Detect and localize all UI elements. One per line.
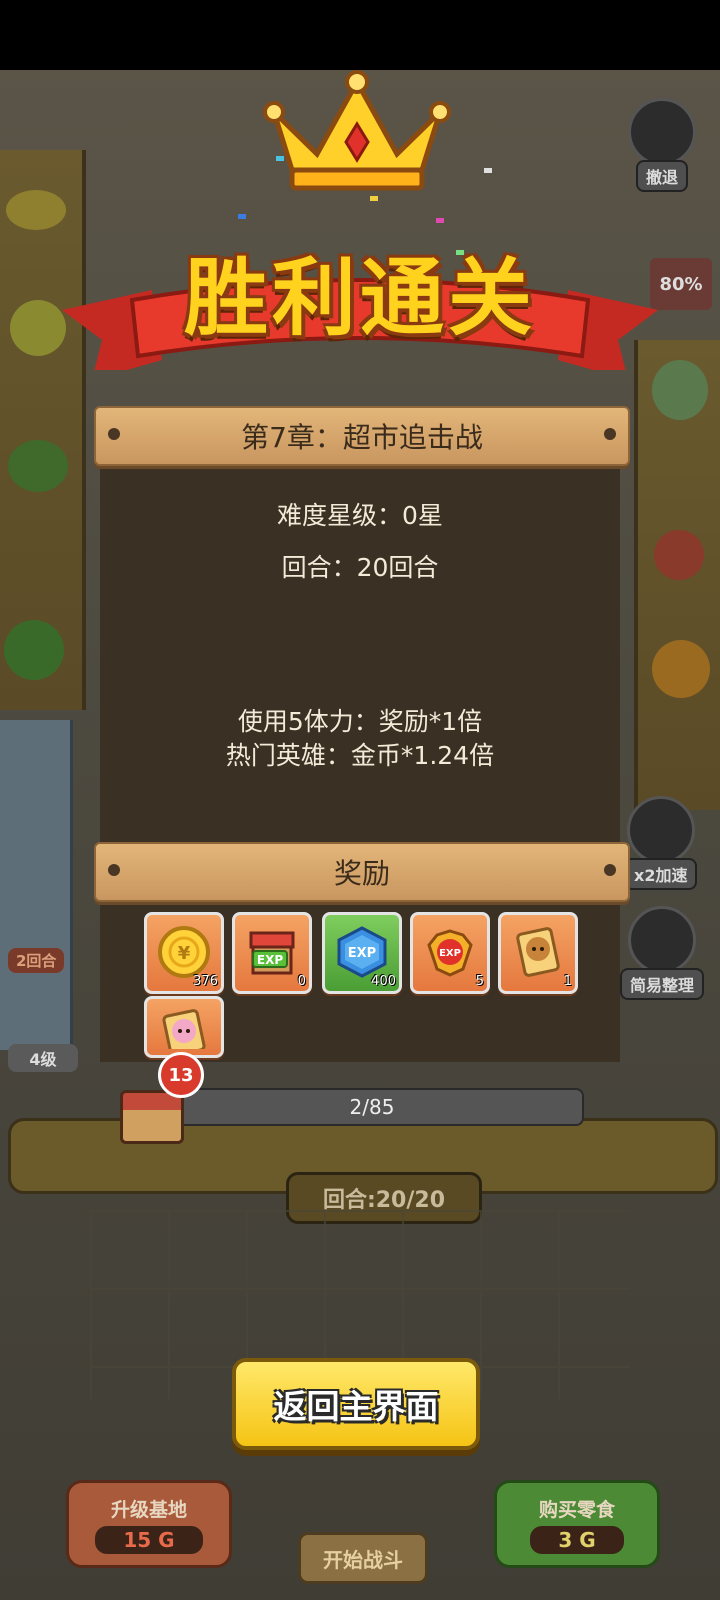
rewards-header: 奖励 <box>333 857 390 890</box>
sale-tag: 80% <box>650 258 712 310</box>
svg-text:¥: ¥ <box>178 943 191 964</box>
sort-button[interactable]: 简易整理 <box>620 906 705 1000</box>
nail-icon <box>108 864 120 876</box>
stopwatch-icon <box>626 796 695 864</box>
right-vegetable-shelf <box>634 340 720 810</box>
speed-button[interactable]: x2加速 <box>624 796 698 890</box>
retreat-button[interactable]: 撤退 <box>628 98 696 192</box>
shop-icon <box>120 1090 184 1144</box>
nail-icon <box>108 428 120 440</box>
chapter-title: 第7章：超市追击战 <box>241 421 483 454</box>
status-bar <box>0 0 720 70</box>
pumpkin-icon <box>652 640 710 698</box>
progress-text: 2/85 <box>349 1095 395 1119</box>
svg-text:EXP: EXP <box>257 953 283 967</box>
reward-hero-card[interactable]: 1 <box>498 912 578 994</box>
chapter-plank: 第7章：超市追击战 <box>94 406 630 466</box>
watermelon-icon <box>8 440 68 492</box>
badge-exp-icon: EXP <box>423 925 477 979</box>
reward-shop-exp[interactable]: EXP 0 <box>232 912 312 994</box>
start-battle-button[interactable]: 开始战斗 <box>298 1532 428 1584</box>
round-tag: 2回合 <box>8 948 65 973</box>
left-fruit-shelf <box>0 150 86 710</box>
milk-fridge <box>0 720 73 1050</box>
nail-icon <box>604 864 616 876</box>
progress-bar: 2/85 <box>160 1088 584 1126</box>
tomato-icon <box>654 530 704 580</box>
gold-coin-icon: ¥ <box>157 925 211 979</box>
shop-level-badge: 13 <box>158 1052 204 1098</box>
confetti <box>370 196 378 201</box>
buy-snack-button[interactable]: 购买零食 3 G <box>494 1480 660 1568</box>
banana-icon <box>6 190 66 230</box>
hero-bonus-text: 热门英雄：金币*1.24倍 <box>225 741 495 770</box>
return-main-button[interactable]: 返回主界面 <box>232 1358 480 1450</box>
rounds-text: 回合：20回合 <box>281 553 439 582</box>
level-tag: 4级 <box>8 1044 78 1072</box>
svg-text:EXP: EXP <box>439 948 461 959</box>
blue-exp-icon: EXP <box>335 925 389 979</box>
nail-icon <box>604 428 616 440</box>
difficulty-text: 难度星级：0星 <box>277 501 443 530</box>
watermelon-icon <box>4 620 64 680</box>
victory-title: 胜利通关 <box>183 248 536 347</box>
lemon-icon <box>10 300 66 356</box>
calculator-icon <box>628 906 696 974</box>
reward-pink-hero-card[interactable] <box>144 996 224 1058</box>
noodle-hero-icon <box>511 925 565 979</box>
confetti <box>238 214 246 219</box>
pink-hero-icon <box>157 1009 211 1049</box>
reward-gold-coin[interactable]: ¥ 376 <box>144 912 224 994</box>
upgrade-base-button[interactable]: 升级基地 15 G <box>66 1480 232 1568</box>
stamina-bonus-text: 使用5体力：奖励*1倍 <box>237 707 483 736</box>
cabbage-icon <box>652 360 708 420</box>
reward-badge-exp[interactable]: EXP 5 <box>410 912 490 994</box>
shop-exp-icon: EXP <box>245 925 299 979</box>
rewards-plank: 奖励 <box>94 842 630 902</box>
confetti <box>484 168 492 173</box>
runner-icon <box>628 98 696 166</box>
game-screen: 撤退 80% x2加速 简易整理 2回合 4级 回合:20/20 升级基地 15… <box>0 0 720 1600</box>
confetti <box>436 218 444 223</box>
reward-blue-exp[interactable]: EXP 400 <box>322 912 402 994</box>
crown-icon <box>263 70 451 191</box>
svg-text:EXP: EXP <box>348 946 376 961</box>
